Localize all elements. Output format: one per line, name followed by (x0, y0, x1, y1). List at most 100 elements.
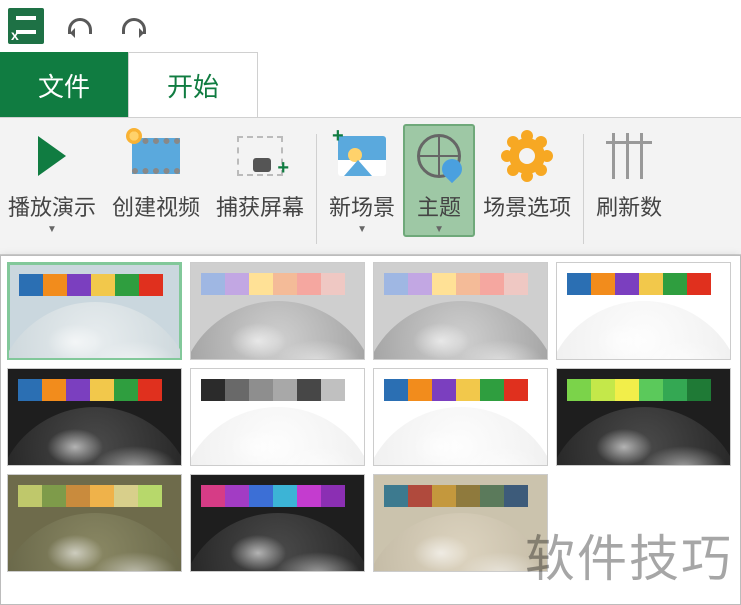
color-swatch (201, 485, 225, 507)
globe-brush-icon (417, 134, 461, 178)
color-swatch (297, 273, 321, 295)
separator (583, 134, 584, 244)
color-swatch (480, 273, 504, 295)
play-presentation-button[interactable]: 播放演示 ▼ (0, 124, 104, 235)
theme-option-muted-tan[interactable] (373, 474, 548, 572)
color-swatch (115, 274, 139, 296)
globe-icon (190, 407, 365, 466)
theme-option-vivid-white[interactable] (373, 368, 548, 466)
color-swatch (504, 273, 528, 295)
color-swatch (456, 379, 480, 401)
color-swatch (615, 273, 639, 295)
dropdown-icon: ▼ (357, 224, 367, 235)
refresh-data-button[interactable]: 刷新数 (588, 124, 670, 222)
color-swatch (591, 379, 615, 401)
color-swatch (42, 379, 66, 401)
tab-file[interactable]: 文件 (0, 52, 129, 117)
scene-options-button[interactable]: 场景选项 (475, 124, 579, 222)
color-swatch (615, 379, 639, 401)
color-swatch (249, 273, 273, 295)
color-swatch (408, 379, 432, 401)
theme-option-moss-olive[interactable] (7, 474, 182, 572)
globe-icon (7, 302, 182, 360)
color-swatch (432, 485, 456, 507)
color-swatch (384, 485, 408, 507)
color-swatch (321, 273, 345, 295)
undo-button[interactable] (62, 8, 98, 44)
color-swatches (384, 379, 528, 401)
create-video-button[interactable]: 创建视频 (104, 124, 208, 222)
color-swatch (66, 485, 90, 507)
theme-option-pastel-gray-1[interactable] (190, 262, 365, 360)
color-swatches (19, 274, 163, 296)
color-swatch (114, 485, 138, 507)
color-swatch (480, 485, 504, 507)
color-swatches (384, 485, 528, 507)
globe-icon (373, 301, 548, 360)
ribbon-label: 播放演示 (8, 190, 96, 222)
theme-option-gray-white[interactable] (190, 368, 365, 466)
ribbon-label: 新场景 (329, 190, 395, 222)
color-swatch (663, 379, 687, 401)
picture-icon (338, 136, 386, 176)
color-swatch (225, 273, 249, 295)
theme-option-bright-dark[interactable] (7, 368, 182, 466)
color-swatch (114, 379, 138, 401)
color-swatches (567, 273, 711, 295)
color-swatch (591, 273, 615, 295)
globe-icon (190, 301, 365, 360)
redo-button[interactable] (116, 8, 152, 44)
color-swatch (139, 274, 163, 296)
globe-icon (373, 407, 548, 466)
theme-option-pastel-gray-2[interactable] (373, 262, 548, 360)
color-swatch (687, 379, 711, 401)
color-swatch (249, 485, 273, 507)
plus-icon: + (332, 126, 344, 146)
ribbon-label: 创建视频 (112, 190, 200, 222)
color-swatch (201, 273, 225, 295)
color-swatch (456, 485, 480, 507)
color-swatch (91, 274, 115, 296)
globe-icon (556, 407, 731, 466)
color-swatch (687, 273, 711, 295)
color-swatch (66, 379, 90, 401)
undo-icon (68, 18, 92, 34)
title-bar (0, 0, 741, 52)
theme-option-bright-light[interactable] (7, 262, 182, 360)
color-swatch (456, 273, 480, 295)
color-swatches (201, 379, 345, 401)
color-swatch (18, 485, 42, 507)
tab-begin[interactable]: 开始 (128, 52, 258, 117)
color-swatch (297, 485, 321, 507)
color-swatch (567, 379, 591, 401)
theme-button[interactable]: 主题 ▼ (403, 124, 475, 237)
gear-icon (509, 138, 545, 174)
capture-screen-button[interactable]: 捕获屏幕 (208, 124, 312, 222)
new-scene-button[interactable]: + 新场景 ▼ (321, 124, 403, 235)
globe-icon (7, 407, 182, 466)
separator (316, 134, 317, 244)
color-swatch (432, 379, 456, 401)
color-swatch (321, 485, 345, 507)
globe-icon (556, 301, 731, 360)
dropdown-icon: ▼ (434, 224, 444, 235)
globe-icon (373, 513, 548, 572)
excel-app-icon (8, 8, 44, 44)
color-swatch (384, 379, 408, 401)
color-swatch (225, 485, 249, 507)
ribbon-label: 刷新数 (596, 190, 662, 222)
theme-option-fuchsia-dark[interactable] (190, 474, 365, 572)
color-swatch (480, 379, 504, 401)
color-swatch (90, 379, 114, 401)
color-swatch (43, 274, 67, 296)
color-swatch (249, 379, 273, 401)
color-swatches (384, 273, 528, 295)
theme-gallery (0, 255, 741, 605)
color-swatch (432, 273, 456, 295)
dropdown-icon: ▼ (47, 224, 57, 235)
ribbon: 播放演示 ▼ 创建视频 捕获屏幕 + 新场景 ▼ 主题 ▼ 场景选项 刷新数 (0, 117, 741, 255)
theme-option-bright-white[interactable] (556, 262, 731, 360)
color-swatch (567, 273, 591, 295)
globe-icon (7, 513, 182, 572)
theme-option-neon-dark[interactable] (556, 368, 731, 466)
